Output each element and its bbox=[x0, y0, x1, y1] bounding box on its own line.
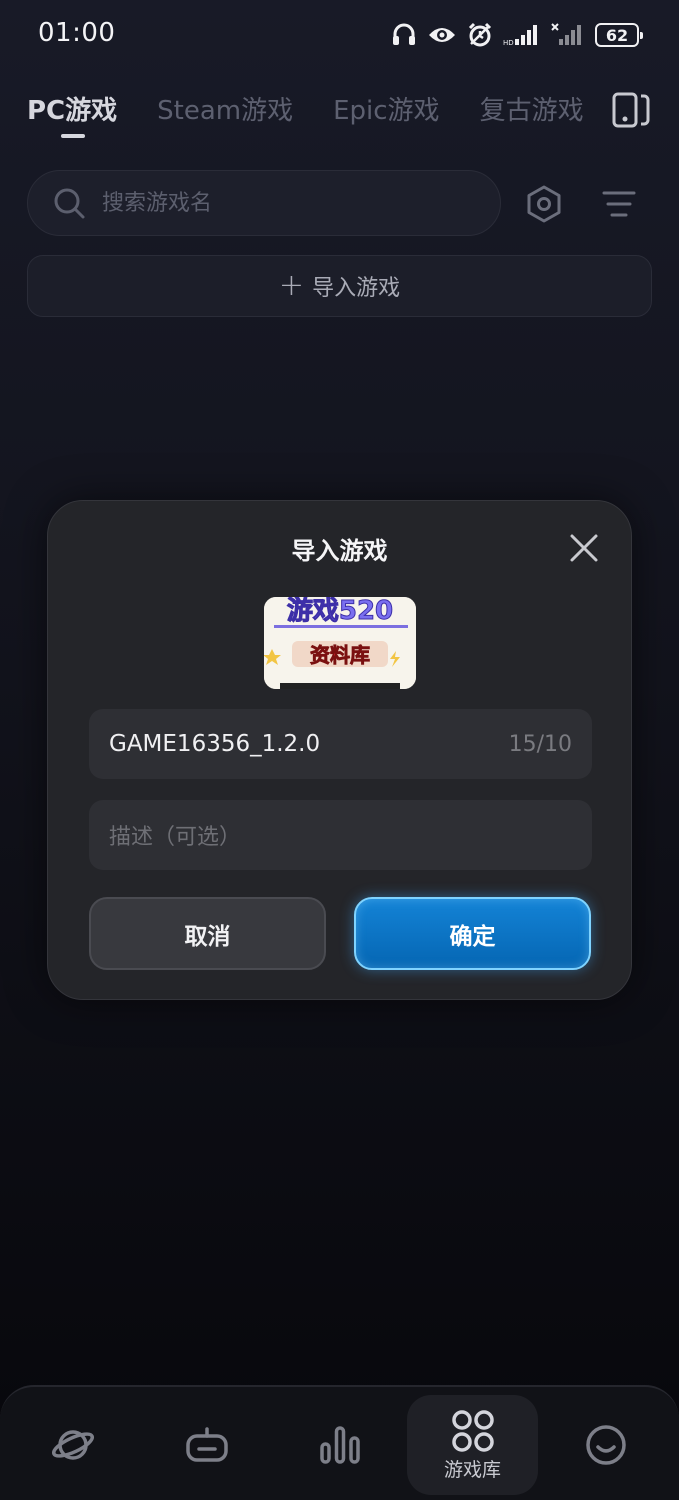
tab-epic-games[interactable]: Epic游戏 bbox=[333, 90, 439, 138]
filter-icon[interactable] bbox=[600, 186, 638, 222]
tab-retro-games[interactable]: 复古游戏 bbox=[480, 90, 584, 138]
device-switch-icon[interactable] bbox=[611, 90, 651, 130]
smiley-icon bbox=[586, 1424, 626, 1465]
import-game-button[interactable]: + 导入游戏 bbox=[27, 255, 652, 317]
svg-text:游戏520: 游戏520 bbox=[287, 597, 393, 626]
battery-icon: 62 bbox=[595, 23, 643, 47]
status-icons: HD 62 bbox=[391, 20, 643, 50]
name-char-counter: 15/10 bbox=[508, 731, 572, 757]
nav-item-game-library[interactable]: 游戏库 bbox=[407, 1395, 538, 1495]
signal-icon: HD bbox=[503, 25, 537, 47]
bar-chart-icon bbox=[320, 1425, 360, 1464]
planet-icon bbox=[51, 1429, 95, 1460]
signal-x-icon bbox=[551, 23, 581, 45]
tab-pc-games[interactable]: PC游戏 bbox=[27, 90, 117, 138]
search-icon bbox=[54, 188, 85, 219]
game-name-field[interactable]: GAME16356_1.2.0 15/10 bbox=[89, 709, 592, 779]
nav-item-gamepad[interactable] bbox=[162, 1387, 252, 1500]
headphones-icon bbox=[393, 23, 415, 45]
import-game-dialog: 导入游戏 游戏520 资料库 GAME16356_1.2.0 15/10 描述（… bbox=[47, 500, 632, 1000]
nav-item-discover[interactable] bbox=[28, 1387, 118, 1500]
status-time: 01:00 bbox=[38, 18, 116, 48]
search-box[interactable] bbox=[27, 170, 501, 236]
gamepad-icon bbox=[186, 1426, 228, 1462]
close-icon[interactable] bbox=[569, 533, 599, 563]
svg-text:资料库: 资料库 bbox=[310, 643, 370, 667]
hexagon-settings-icon[interactable] bbox=[524, 184, 564, 224]
plus-icon: + bbox=[278, 268, 305, 303]
svg-text:HD: HD bbox=[503, 39, 514, 47]
cancel-button[interactable]: 取消 bbox=[89, 897, 326, 970]
eye-icon bbox=[429, 28, 455, 42]
import-game-label: 导入游戏 bbox=[312, 276, 401, 301]
description-field[interactable]: 描述（可选） bbox=[89, 800, 592, 870]
alarm-icon bbox=[468, 22, 492, 47]
category-tabs: PC游戏 Steam游戏 Epic游戏 复古游戏 bbox=[27, 90, 624, 138]
dialog-title: 导入游戏 bbox=[291, 537, 388, 565]
screen: 01:00 HD 62 PC游戏 Steam游戏 Epic游戏 复古游戏 搜索游… bbox=[0, 0, 679, 1500]
tab-steam-games[interactable]: Steam游戏 bbox=[157, 90, 293, 138]
confirm-button[interactable]: 确定 bbox=[354, 897, 591, 970]
game-name-value: GAME16356_1.2.0 bbox=[109, 731, 321, 757]
game-thumbnail: 游戏520 资料库 bbox=[264, 597, 416, 689]
bottom-nav: 游戏库 bbox=[0, 1385, 679, 1500]
nav-item-stats[interactable] bbox=[295, 1387, 385, 1500]
game-thumbnail-image: 游戏520 资料库 bbox=[264, 597, 416, 689]
grid-icon bbox=[451, 1409, 494, 1452]
nav-item-profile[interactable] bbox=[561, 1387, 651, 1500]
nav-label-game-library: 游戏库 bbox=[443, 1458, 501, 1481]
status-bar: 01:00 HD 62 bbox=[0, 0, 679, 70]
search-input[interactable] bbox=[100, 189, 464, 217]
description-placeholder: 描述（可选） bbox=[109, 825, 242, 850]
